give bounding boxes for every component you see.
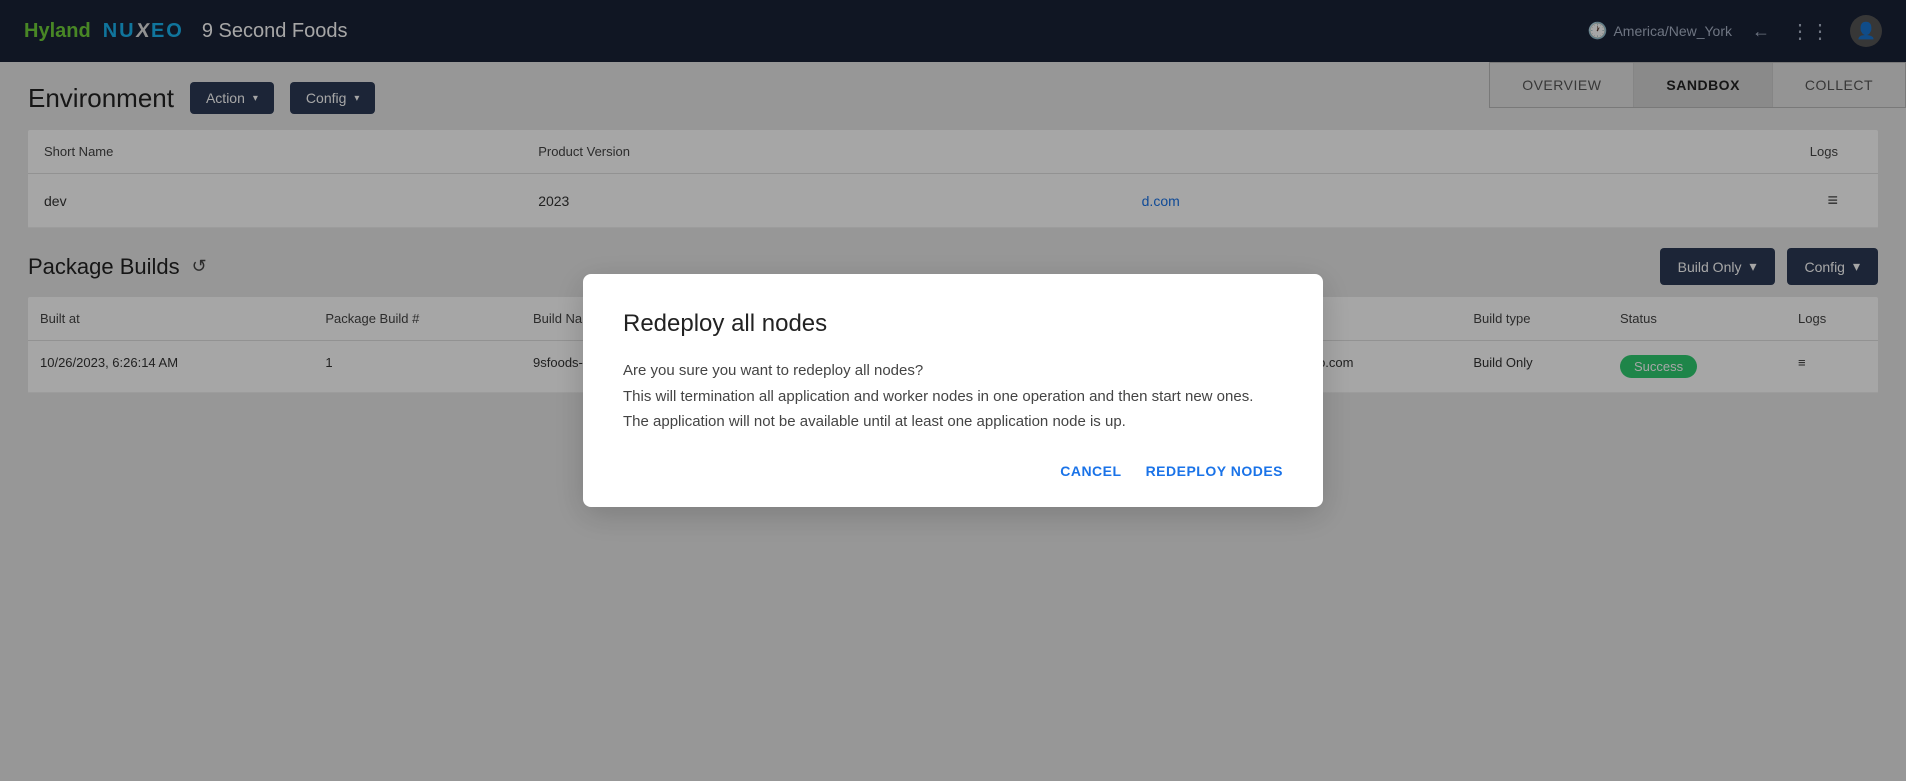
modal-dialog: Redeploy all nodes Are you sure you want… (583, 274, 1323, 507)
modal-title: Redeploy all nodes (623, 310, 1283, 338)
redeploy-nodes-button[interactable]: REDEPLOY NODES (1146, 463, 1283, 479)
modal-body: Are you sure you want to redeploy all no… (623, 358, 1283, 435)
modal-body-line2: This will termination all application an… (623, 384, 1283, 410)
modal-body-line1: Are you sure you want to redeploy all no… (623, 358, 1283, 384)
cancel-button[interactable]: CANCEL (1060, 463, 1121, 479)
modal-overlay: Redeploy all nodes Are you sure you want… (0, 0, 1906, 781)
modal-actions: CANCEL REDEPLOY NODES (623, 463, 1283, 479)
modal-body-line3: The application will not be available un… (623, 409, 1283, 435)
